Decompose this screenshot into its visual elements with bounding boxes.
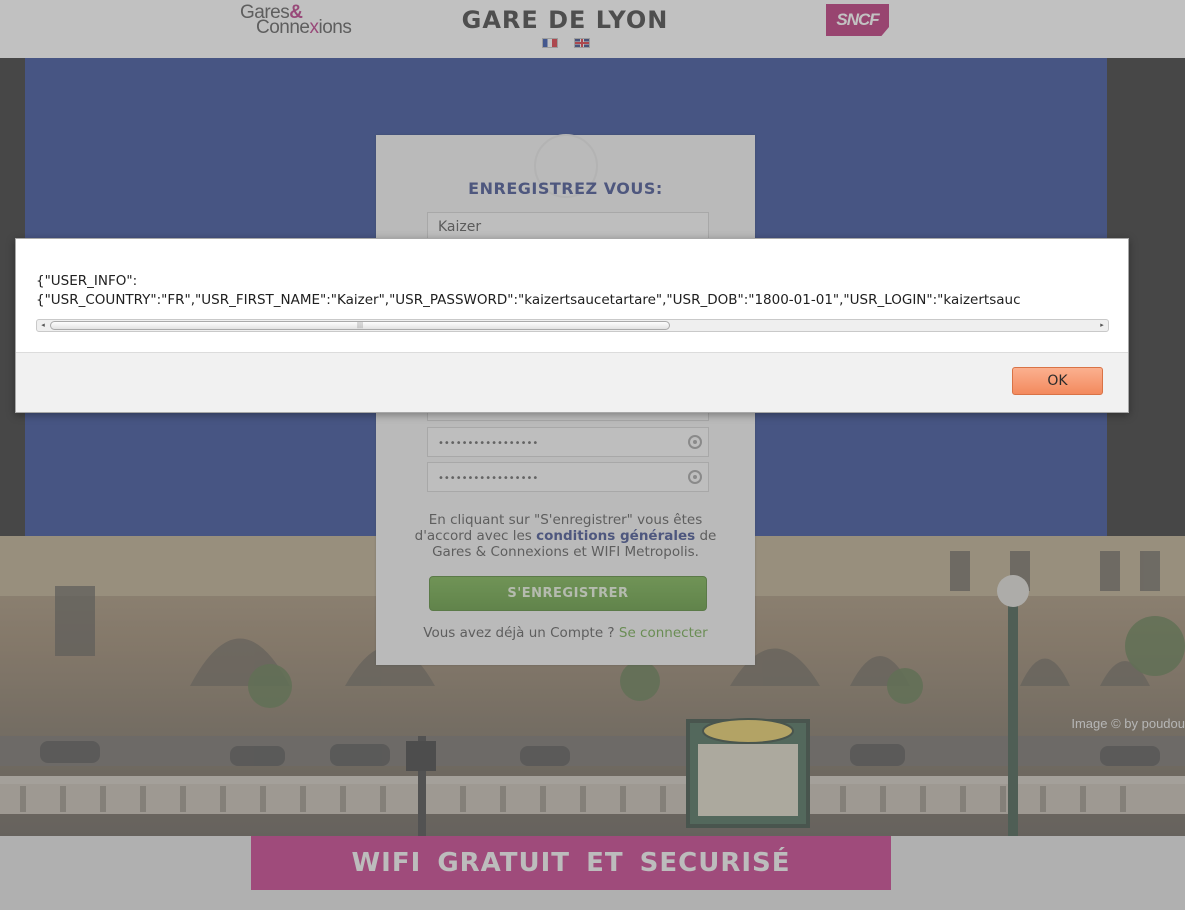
- dialog-message-line1: {"USER_INFO":: [36, 273, 138, 289]
- horizontal-scrollbar[interactable]: ◂ ||| ▸: [36, 319, 1109, 332]
- modal-overlay[interactable]: [0, 0, 1185, 910]
- dialog-footer: OK: [16, 352, 1128, 412]
- ok-button[interactable]: OK: [1012, 367, 1103, 395]
- scroll-right-arrow-icon[interactable]: ▸: [1096, 320, 1108, 331]
- dialog-message-line2: {"USR_COUNTRY":"FR","USR_FIRST_NAME":"Ka…: [36, 292, 1021, 308]
- dialog-message: {"USER_INFO": {"USR_COUNTRY":"FR","USR_F…: [36, 272, 1109, 312]
- scrollbar-thumb[interactable]: |||: [50, 321, 670, 330]
- scroll-left-arrow-icon[interactable]: ◂: [37, 320, 49, 331]
- page: Gares& Connexions GARE DE LYON SNCF Imag…: [0, 0, 1185, 910]
- alert-dialog: {"USER_INFO": {"USR_COUNTRY":"FR","USR_F…: [15, 238, 1129, 413]
